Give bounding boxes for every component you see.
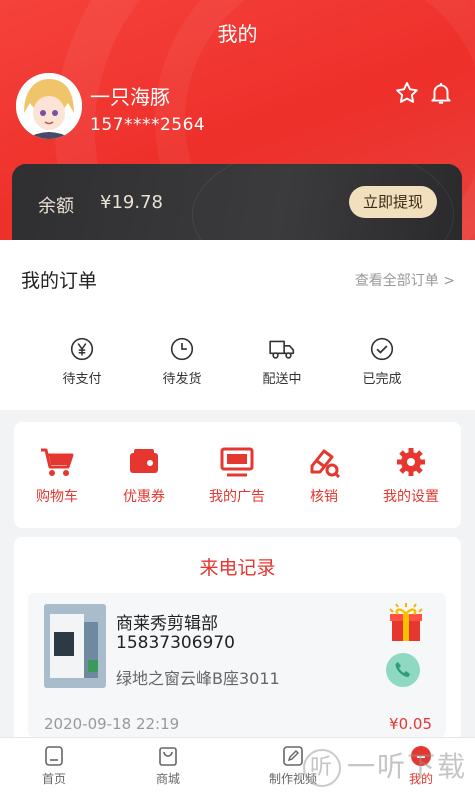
watermark-badge: 听: [302, 749, 341, 787]
balance-label: 余额: [38, 196, 74, 217]
watermark: 听一听下载: [302, 745, 467, 787]
tool-label: 核销: [310, 489, 338, 505]
call-record-card[interactable]: 商莱秀剪辑部 15837306970 绿地之窗云峰B座3011 2020-09-…: [28, 593, 446, 737]
balance-card: 余额 ¥19.78 立即提现: [12, 164, 462, 244]
merchant-name: 商莱秀剪辑部: [116, 614, 218, 634]
avatar[interactable]: [16, 73, 82, 139]
phone-icon: [395, 662, 410, 677]
balance-value: ¥19.78: [100, 192, 163, 213]
gear-icon: [397, 448, 425, 476]
view-all-orders-link[interactable]: 查看全部订单 >: [355, 270, 455, 290]
gift-icon[interactable]: [384, 601, 428, 645]
call-amount: ¥0.05: [389, 715, 432, 733]
tab-shop[interactable]: 商城: [128, 744, 208, 787]
call-records-title: 来电记录: [199, 557, 276, 579]
home-icon: [45, 746, 63, 766]
merchant-phone: 15837306970: [116, 633, 235, 653]
call-date: 2020-09-18 22:19: [44, 715, 180, 733]
username: 一只海豚: [90, 85, 170, 109]
edit-icon: [283, 746, 303, 766]
call-button[interactable]: [386, 653, 420, 687]
coupon-icon: [130, 449, 158, 473]
tool-label: 购物车: [36, 489, 78, 505]
verify-icon: [310, 449, 341, 478]
order-status-label: 待发货: [162, 372, 202, 387]
settings-button[interactable]: 我的设置: [371, 446, 451, 506]
order-status-label: 待支付: [62, 372, 102, 387]
order-status-pending-shipment[interactable]: 待发货: [142, 336, 222, 387]
star-icon[interactable]: [394, 80, 420, 106]
order-status-label: 已完成: [362, 372, 402, 387]
tab-label: 首页: [41, 772, 66, 786]
call-records-section: 来电记录 商莱秀剪辑部 15837306970 绿地之窗云峰B座3011 202…: [14, 537, 461, 737]
coupon-button[interactable]: 优惠券: [104, 446, 184, 506]
order-status-in-delivery[interactable]: 配送中: [242, 336, 322, 387]
tools-section: 购物车 优惠券 我的广告 核销 我的设置: [14, 422, 461, 528]
withdraw-button[interactable]: 立即提现: [349, 186, 437, 218]
merchant-address: 绿地之窗云峰B座3011: [116, 669, 280, 688]
merchant-image: [44, 604, 106, 688]
truck-icon: [269, 340, 295, 359]
cart-icon: [41, 448, 74, 476]
tool-label: 我的设置: [383, 489, 439, 505]
verify-button[interactable]: 核销: [284, 446, 364, 506]
my-ads-button[interactable]: 我的广告: [197, 446, 277, 506]
my-orders-section: 我的订单 查看全部订单 > 待支付 待发货 配送中 已完成: [0, 240, 475, 410]
tool-label: 优惠券: [123, 489, 165, 505]
user-phone: 157****2564: [90, 115, 206, 135]
monitor-icon: [220, 447, 254, 477]
orders-title: 我的订单: [21, 270, 98, 292]
order-status-pending-payment[interactable]: 待支付: [42, 336, 122, 387]
order-status-label: 配送中: [262, 372, 302, 387]
watermark-text: 一听下载: [346, 750, 467, 783]
bell-icon[interactable]: [428, 80, 454, 106]
page-title: 我的: [217, 22, 258, 46]
tab-home[interactable]: 首页: [14, 744, 94, 787]
clock-icon: [170, 337, 194, 361]
tab-label: 商城: [155, 772, 180, 786]
check-circle-icon: [370, 337, 394, 361]
yen-circle-icon: [70, 337, 94, 361]
order-status-completed[interactable]: 已完成: [342, 336, 422, 387]
cart-button[interactable]: 购物车: [17, 446, 97, 506]
tool-label: 我的广告: [209, 489, 265, 505]
shop-bag-icon: [159, 747, 177, 766]
